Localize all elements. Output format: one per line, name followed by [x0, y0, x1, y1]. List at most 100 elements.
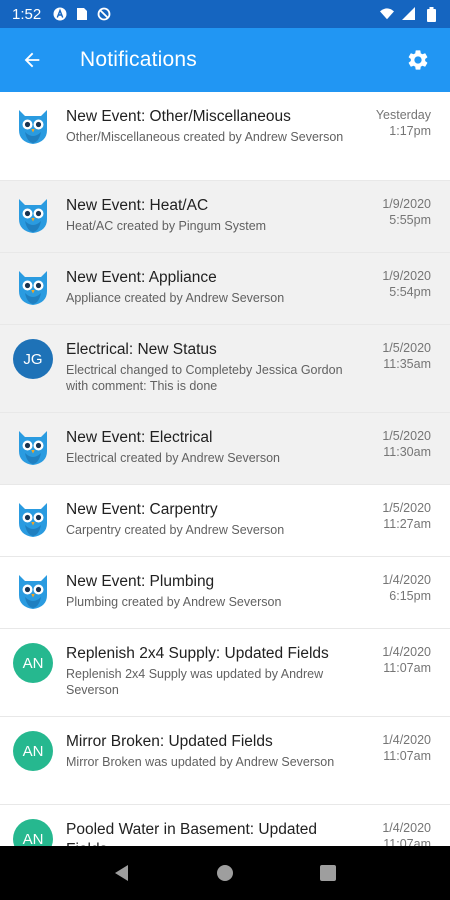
notification-time: 11:07am [383, 661, 431, 675]
recents-square-icon [320, 865, 337, 881]
notification-title: Pooled Water in Basement: Updated Fields [66, 821, 318, 846]
app-bar: Notifications [0, 28, 450, 92]
battery-icon [424, 6, 438, 22]
notification-timestamp: 1/4/2020 6:15pm [368, 557, 450, 628]
notification-body: Other/Miscellaneous created by Andrew Se… [66, 130, 344, 144]
notification-content: Electrical: New Status Electrical changed… [66, 325, 368, 412]
notification-time: 6:15pm [389, 589, 431, 603]
notification-content: Mirror Broken: Updated Fields Mirror Brok… [66, 717, 368, 804]
notification-body: Plumbing created by Andrew Severson [66, 595, 282, 609]
avatar-wrap: AN [0, 805, 66, 846]
nav-back-button[interactable] [102, 853, 142, 893]
notification-row[interactable]: New Event: Heat/AC Heat/AC created by Pin… [0, 181, 450, 253]
notification-time: 11:07am [383, 749, 431, 763]
page-title: Notifications [80, 48, 197, 71]
notification-time: 11:35am [383, 357, 431, 371]
blocked-icon [97, 7, 111, 21]
status-right-icons [380, 6, 438, 22]
notification-timestamp: Yesterday 1:17pm [368, 92, 450, 180]
navigation-bar [0, 846, 450, 900]
notification-content: New Event: Electrical Electrical created … [66, 413, 368, 484]
avatar: JG [13, 339, 53, 379]
notification-date: 1/4/2020 [382, 573, 431, 587]
notification-title: New Event: Heat/AC [66, 197, 209, 214]
avatar-wrap [0, 485, 66, 556]
notification-row[interactable]: New Event: Carpentry Carpentry created by… [0, 485, 450, 557]
notification-timestamp: 1/9/2020 5:55pm [368, 181, 450, 252]
notification-body: Heat/AC created by Pingum System [66, 219, 267, 233]
notification-body: Appliance created by Andrew Severson [66, 291, 285, 305]
notification-time: 11:07am [383, 837, 431, 846]
notification-row[interactable]: New Event: Electrical Electrical created … [0, 413, 450, 485]
avatar-wrap [0, 181, 66, 252]
notification-row[interactable]: New Event: Plumbing Plumbing created by A… [0, 557, 450, 629]
notification-date: 1/5/2020 [382, 429, 431, 443]
avatar-wrap [0, 92, 66, 180]
notification-date: 1/4/2020 [382, 821, 431, 835]
a-icon [53, 7, 67, 21]
notification-row[interactable]: AN Pooled Water in Basement: Updated Fiel… [0, 805, 450, 846]
notification-title: Replenish 2x4 Supply: Updated Fields [66, 645, 329, 662]
notification-title: New Event: Plumbing [66, 573, 215, 590]
avatar-wrap: JG [0, 325, 66, 412]
notification-content: New Event: Heat/AC Heat/AC created by Pin… [66, 181, 368, 252]
avatar: AN [13, 819, 53, 846]
settings-button[interactable] [386, 28, 450, 92]
avatar-wrap [0, 413, 66, 484]
avatar-wrap [0, 253, 66, 324]
notification-date: 1/4/2020 [382, 733, 431, 747]
avatar: AN [13, 731, 53, 771]
notifications-list[interactable]: New Event: Other/Miscellaneous Other/Misc… [0, 92, 450, 846]
notification-time: 5:55pm [389, 213, 431, 227]
notification-title: Mirror Broken: Updated Fields [66, 733, 273, 750]
avatar-wrap [0, 557, 66, 628]
notification-content: New Event: Appliance Appliance created by… [66, 253, 368, 324]
back-button[interactable] [0, 28, 64, 92]
notification-timestamp: 1/5/2020 11:27am [368, 485, 450, 556]
notification-row[interactable]: JG Electrical: New Status Electrical chang… [0, 325, 450, 413]
notification-time: 1:17pm [389, 124, 431, 138]
notification-timestamp: 1/4/2020 11:07am [368, 805, 450, 846]
notification-title: Electrical: New Status [66, 341, 217, 358]
signal-icon [402, 7, 416, 21]
owl-logo-icon [19, 575, 47, 609]
back-triangle-icon [114, 865, 128, 881]
notification-row[interactable]: New Event: Other/Miscellaneous Other/Misc… [0, 92, 450, 181]
owl-logo-icon [19, 199, 47, 233]
wifi-icon [380, 7, 394, 21]
owl-logo-icon [19, 271, 47, 305]
status-bar: 1:52 [0, 0, 450, 28]
notification-timestamp: 1/4/2020 11:07am [368, 629, 450, 716]
notification-title: New Event: Carpentry [66, 501, 218, 518]
notification-date: 1/5/2020 [382, 501, 431, 515]
notification-content: Pooled Water in Basement: Updated Fields [66, 805, 368, 846]
notification-time: 5:54pm [389, 285, 431, 299]
nav-home-button[interactable] [205, 853, 245, 893]
notification-date: 1/9/2020 [382, 197, 431, 211]
notification-row[interactable]: New Event: Appliance Appliance created by… [0, 253, 450, 325]
notification-time: 11:30am [383, 445, 431, 459]
status-left-icons [53, 7, 111, 21]
gear-icon [408, 50, 428, 70]
notification-timestamp: 1/5/2020 11:35am [368, 325, 450, 412]
avatar: AN [13, 643, 53, 683]
notification-timestamp: 1/9/2020 5:54pm [368, 253, 450, 324]
notification-content: New Event: Plumbing Plumbing created by A… [66, 557, 368, 628]
notification-row[interactable]: AN Replenish 2x4 Supply: Updated Fields Re… [0, 629, 450, 717]
notification-time: 11:27am [383, 517, 431, 531]
notification-body: Electrical created by Andrew Severson [66, 451, 280, 465]
notification-date: 1/5/2020 [382, 341, 431, 355]
notification-timestamp: 1/5/2020 11:30am [368, 413, 450, 484]
owl-logo-icon [19, 431, 47, 465]
notification-title: New Event: Appliance [66, 269, 217, 286]
home-circle-icon [216, 865, 233, 881]
notification-timestamp: 1/4/2020 11:07am [368, 717, 450, 804]
avatar-wrap: AN [0, 629, 66, 716]
notification-body: Electrical changed to Completeby Jessica… [66, 363, 343, 393]
notification-date: 1/9/2020 [382, 269, 431, 283]
notification-row[interactable]: AN Mirror Broken: Updated Fields Mirror Br… [0, 717, 450, 805]
sim-card-icon [75, 7, 89, 21]
notification-title: New Event: Electrical [66, 429, 213, 446]
nav-recents-button[interactable] [308, 853, 348, 893]
notification-date: 1/4/2020 [382, 645, 431, 659]
